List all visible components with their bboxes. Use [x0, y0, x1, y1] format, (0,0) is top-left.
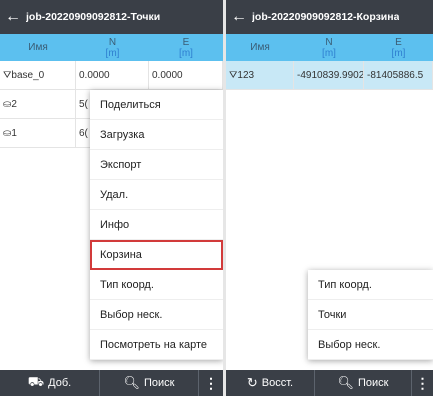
- menu-item-recycle-bin[interactable]: Корзина: [90, 240, 223, 270]
- page-title: job-20220909092812-Точки: [26, 11, 161, 23]
- table-row[interactable]: ⛛ 123 -4910839.9902 -81405886.5: [226, 61, 433, 90]
- column-header-e[interactable]: E [m]: [149, 37, 223, 59]
- menu-item-multi-select[interactable]: Выбор неск.: [90, 300, 223, 330]
- restore-label: Восст.: [261, 377, 294, 389]
- column-header-name[interactable]: Имя: [0, 42, 76, 53]
- back-arrow-icon[interactable]: ←: [0, 8, 26, 26]
- base-point-icon: ⛛: [3, 69, 12, 81]
- point-name: 2: [11, 98, 17, 110]
- menu-item-share[interactable]: Поделиться: [90, 90, 223, 120]
- column-header-e[interactable]: E [m]: [364, 37, 433, 59]
- menu-item-export[interactable]: Экспорт: [90, 150, 223, 180]
- point-name: 123: [237, 69, 255, 81]
- point-e: 0.0000: [149, 61, 223, 89]
- points-screen: ← job-20220909092812-Точки Имя N [m] E [m]…: [0, 0, 223, 396]
- restore-icon: ↻: [246, 375, 258, 390]
- column-header-n[interactable]: N [m]: [76, 37, 149, 59]
- add-label: Доб.: [48, 377, 72, 389]
- app-bar: ← job-20220909092812-Точки: [0, 0, 223, 34]
- recycle-bin-screen: ← job-20220909092812-Корзина Имя N [m] E[…: [226, 0, 433, 396]
- search-button[interactable]: 🔍︎ Поиск: [315, 370, 411, 396]
- point-name: 1: [11, 127, 17, 139]
- search-icon: 🔍︎: [123, 375, 141, 390]
- more-options-icon[interactable]: ⋮: [199, 370, 223, 396]
- point-e: -81405886.5: [364, 61, 433, 89]
- search-button[interactable]: 🔍︎ Поиск: [100, 370, 198, 396]
- point-n: 0.0000: [76, 61, 149, 89]
- app-bar: ← job-20220909092812-Корзина: [226, 0, 433, 34]
- search-label: Поиск: [358, 377, 389, 389]
- overflow-menu: Тип коорд. Точки Выбор неск.: [308, 270, 433, 360]
- menu-item-delete[interactable]: Удал.: [90, 180, 223, 210]
- search-icon: 🔍︎: [337, 375, 355, 390]
- bottom-toolbar: ↻ Восст. 🔍︎ Поиск ⋮: [226, 370, 433, 396]
- point-n: -4910839.9902: [294, 61, 364, 89]
- page-title: job-20220909092812-Корзина: [252, 11, 400, 23]
- column-header-name[interactable]: Имя: [226, 42, 294, 53]
- table-header: Имя N [m] E [m]: [226, 34, 433, 61]
- search-label: Поиск: [144, 377, 175, 389]
- more-options-icon[interactable]: ⋮: [412, 370, 433, 396]
- column-header-n[interactable]: N [m]: [294, 37, 364, 59]
- menu-item-coord-type[interactable]: Тип коорд.: [308, 270, 433, 300]
- add-button[interactable]: ⛟ Доб.: [0, 370, 99, 396]
- survey-point-icon: ⛀: [3, 98, 12, 110]
- bottom-toolbar: ⛟ Доб. 🔍︎ Поиск ⋮: [0, 370, 223, 396]
- restore-button[interactable]: ↻ Восст.: [226, 370, 314, 396]
- menu-item-coord-type[interactable]: Тип коорд.: [90, 270, 223, 300]
- add-point-icon: ⛟: [27, 374, 45, 389]
- menu-item-view-on-map[interactable]: Посмотреть на карте: [90, 330, 223, 360]
- overflow-menu: Поделиться Загрузка Экспорт Удал. Инфо К…: [90, 90, 223, 360]
- back-arrow-icon[interactable]: ←: [226, 8, 252, 26]
- menu-item-load[interactable]: Загрузка: [90, 120, 223, 150]
- menu-item-multi-select[interactable]: Выбор неск.: [308, 330, 433, 360]
- menu-item-points[interactable]: Точки: [308, 300, 433, 330]
- base-point-icon: ⛛: [229, 69, 238, 81]
- menu-item-info[interactable]: Инфо: [90, 210, 223, 240]
- table-header: Имя N [m] E [m]: [0, 34, 223, 61]
- point-name: base_0: [11, 69, 45, 81]
- survey-point-icon: ⛀: [3, 127, 12, 139]
- table-row[interactable]: ⛛ base_0 0.0000 0.0000: [0, 61, 223, 90]
